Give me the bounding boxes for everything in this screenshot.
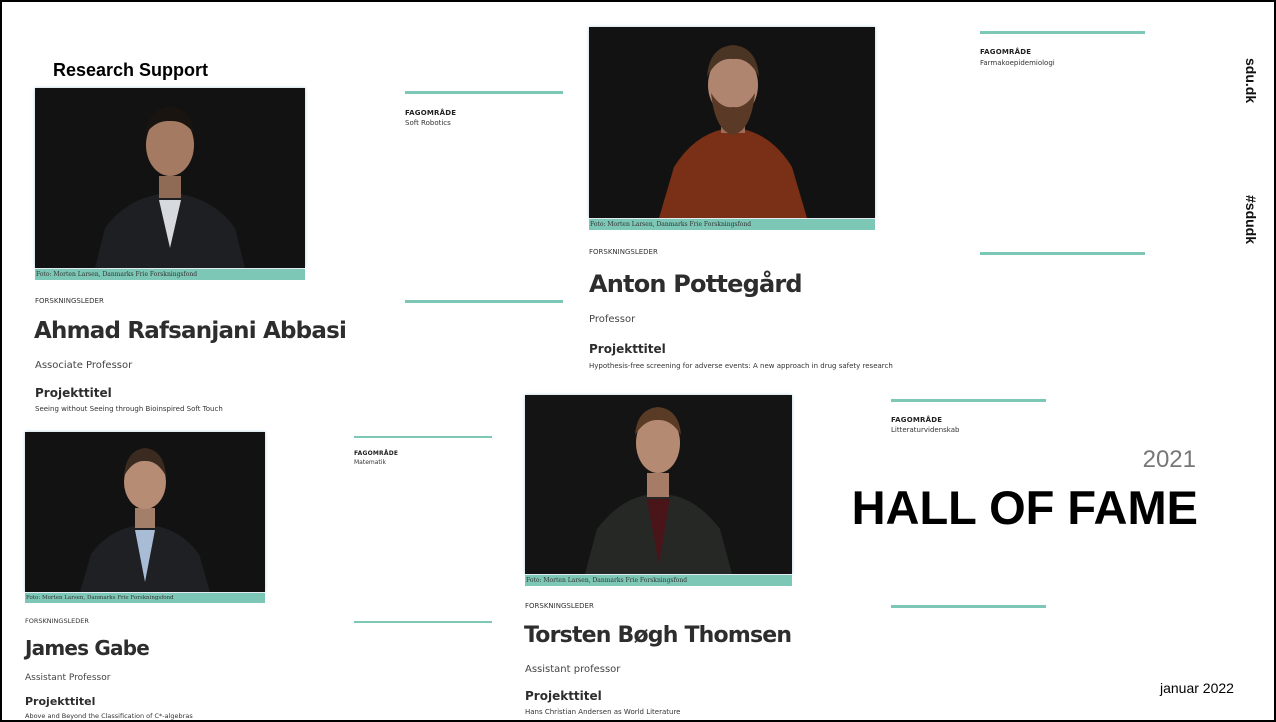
hall-of-fame-title: HALL OF FAME (851, 481, 1198, 534)
photo-credit: Foto: Morten Larsen, Danmarks Frie Forsk… (525, 575, 792, 586)
portrait-photo-abbasi (35, 88, 305, 268)
hashtag-label: #sdudk (1243, 195, 1259, 245)
field-value: Litteraturvidenskab (891, 426, 960, 434)
project-title: Hans Christian Andersen as World Literat… (525, 708, 681, 716)
researcher-name: Anton Pottegård (589, 270, 803, 298)
divider-line (980, 31, 1145, 34)
divider-line (405, 91, 563, 94)
portrait-photo-pottegard (589, 27, 875, 218)
role-label: FORSKNINGSLEDER (525, 602, 594, 610)
researcher-name: Ahmad Rafsanjani Abbasi (34, 318, 347, 344)
project-label: Projekttitel (589, 342, 666, 356)
researcher-title: Professor (589, 314, 636, 325)
divider-line (980, 252, 1145, 255)
project-title: Above and Beyond the Classification of C… (25, 712, 193, 720)
divider-line (891, 399, 1046, 402)
project-label: Projekttitel (25, 695, 96, 708)
project-label: Projekttitel (35, 386, 112, 400)
photo-credit: Foto: Morten Larsen, Danmarks Frie Forsk… (25, 593, 265, 603)
researcher-title: Assistant professor (525, 664, 621, 675)
field-value: Soft Robotics (405, 119, 451, 127)
researcher-title: Assistant Professor (25, 673, 111, 683)
section-title: Research Support (53, 60, 209, 80)
researcher-name: Torsten Bøgh Thomsen (524, 623, 792, 648)
photo-credit: Foto: Morten Larsen, Danmarks Frie Forsk… (589, 219, 875, 230)
divider-line (891, 605, 1046, 608)
field-value: Matematik (354, 459, 386, 466)
portrait-photo-thomsen (525, 395, 792, 574)
field-value: Farmakoepidemiologi (980, 59, 1055, 67)
year-label: 2021 (1142, 446, 1196, 473)
role-label: FORSKNINGSLEDER (589, 248, 658, 256)
field-label: FAGOMRÅDE (891, 416, 943, 424)
role-label: FORSKNINGSLEDER (35, 297, 104, 305)
project-title: Seeing without Seeing through Bioinspire… (35, 405, 223, 413)
researcher-title: Associate Professor (35, 360, 133, 371)
project-label: Projekttitel (525, 689, 602, 703)
divider-line (354, 436, 492, 438)
field-label: FAGOMRÅDE (405, 109, 457, 117)
role-label: FORSKNINGSLEDER (25, 617, 89, 625)
divider-line (405, 300, 563, 303)
site-label: sdu.dk (1243, 58, 1259, 104)
photo-credit: Foto: Morten Larsen, Danmarks Frie Forsk… (35, 269, 305, 280)
field-label: FAGOMRÅDE (354, 450, 399, 457)
slide: Research Support sdu.dk #sdudk Foto: Mor… (0, 0, 1276, 722)
divider-line (354, 621, 492, 623)
field-label: FAGOMRÅDE (980, 48, 1032, 56)
researcher-name: James Gabe (25, 636, 150, 660)
date-label: januar 2022 (1160, 680, 1234, 696)
project-title: Hypothesis-free screening for adverse ev… (589, 362, 893, 370)
portrait-photo-gabe (25, 432, 265, 592)
